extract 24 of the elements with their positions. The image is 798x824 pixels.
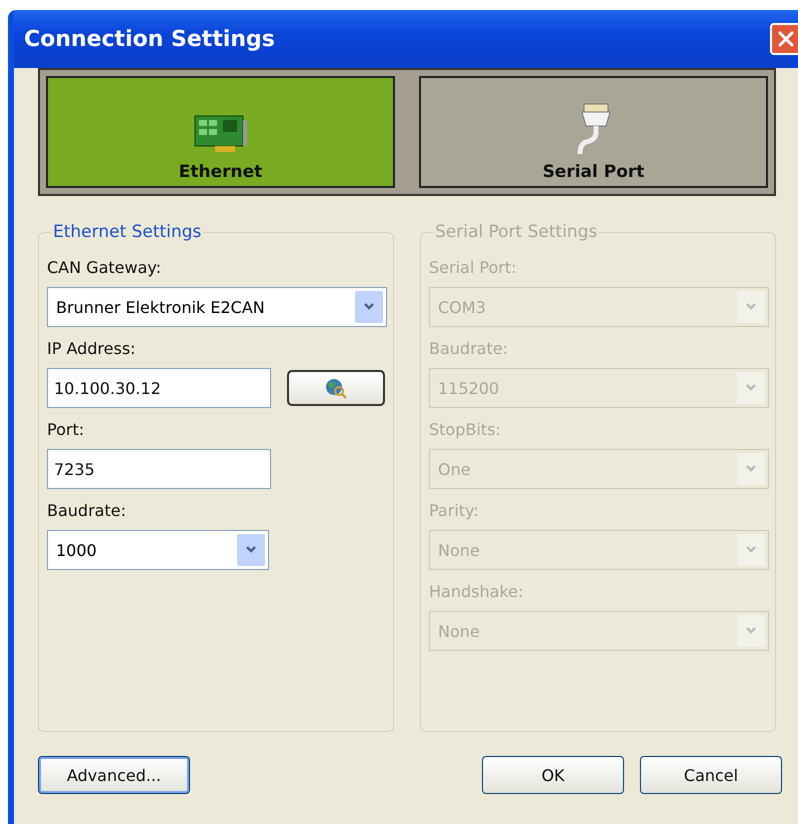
window-title: Connection Settings bbox=[24, 26, 275, 52]
input-field[interactable]: 7235 bbox=[47, 449, 271, 489]
field-label: Port: bbox=[47, 420, 84, 439]
field-label: Handshake: bbox=[429, 582, 524, 601]
field-label: Parity: bbox=[429, 501, 479, 520]
input-field[interactable]: 10.100.30.12 bbox=[47, 368, 271, 408]
field-label: IP Address: bbox=[47, 339, 136, 358]
dialog-button[interactable]: Cancel bbox=[640, 756, 782, 794]
field-label: Serial Port: bbox=[429, 258, 516, 277]
advanced-button[interactable]: Advanced... bbox=[38, 756, 190, 794]
field-label: Baudrate: bbox=[429, 339, 508, 358]
close-button[interactable] bbox=[770, 23, 798, 55]
dialog-button[interactable]: OK bbox=[482, 756, 624, 794]
group-title: Serial Port Settings bbox=[434, 222, 598, 242]
field-label: StopBits: bbox=[429, 420, 501, 439]
dropdown[interactable]: 1000 bbox=[47, 530, 269, 570]
lookup-button[interactable] bbox=[287, 370, 385, 406]
connection-tab[interactable]: Serial Port bbox=[419, 76, 768, 188]
globe-search-icon bbox=[323, 377, 349, 399]
group-title: Ethernet Settings bbox=[52, 222, 202, 242]
connection-tab[interactable]: Ethernet bbox=[46, 76, 395, 188]
field-label: CAN Gateway: bbox=[47, 258, 162, 277]
dropdown[interactable]: Brunner Elektronik E2CAN bbox=[47, 287, 387, 327]
field-label: Baudrate: bbox=[47, 501, 126, 520]
